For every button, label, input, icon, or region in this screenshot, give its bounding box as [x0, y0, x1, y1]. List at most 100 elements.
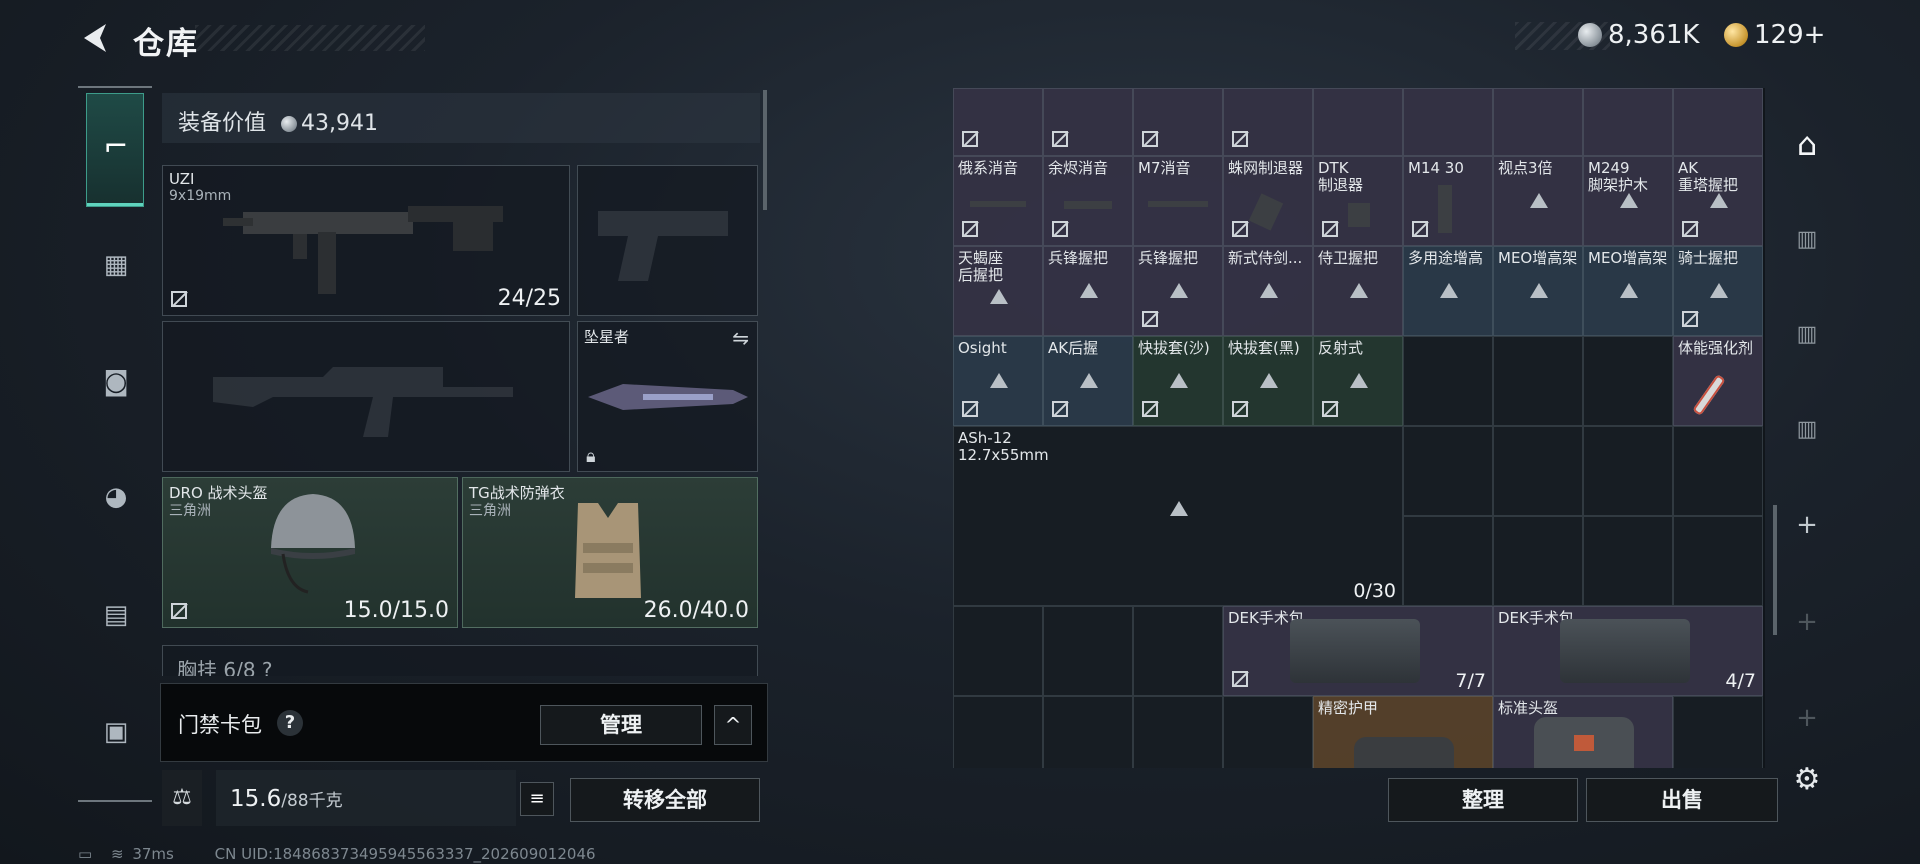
grid-item[interactable]: 多用途增高 — [1403, 246, 1493, 336]
grid-item[interactable]: 反射式 — [1313, 336, 1403, 426]
currency-silver[interactable]: 8,361K — [1578, 20, 1699, 50]
melee-slot[interactable]: 坠星者 ⇋ 🔒︎ — [577, 321, 758, 472]
grid-item[interactable]: M7消音 — [1133, 156, 1223, 246]
grid-cell[interactable] — [1403, 516, 1493, 606]
pistol-silhouette-icon — [598, 211, 728, 281]
add-tab-icon[interactable]: + — [1787, 505, 1827, 545]
list-icon[interactable]: ≡ — [520, 782, 554, 816]
grid-cell[interactable] — [1403, 88, 1493, 156]
grid-cell[interactable] — [1043, 606, 1133, 696]
grid-item[interactable]: 兵锋握把 — [1043, 246, 1133, 336]
armor-slot[interactable]: TG战术防弹衣 三角洲 26.0/40.0 — [462, 477, 758, 628]
grid-cell[interactable] — [1493, 336, 1583, 426]
grid-item[interactable]: AK后握 — [1043, 336, 1133, 426]
grid-cell[interactable] — [1493, 516, 1583, 606]
grid-item[interactable]: 新式侍剑... — [1223, 246, 1313, 336]
tab-storage-4-icon[interactable]: ▥ — [1787, 410, 1827, 450]
secondary-weapon-slot[interactable] — [577, 165, 758, 316]
grid-cell[interactable] — [1403, 426, 1493, 516]
grid-cell[interactable] — [1223, 88, 1313, 156]
storage-grid[interactable]: 俄系消音 余烬消音 M7消音 蛛网制退器 DTK 制退器 M14 30 视点3倍… — [953, 88, 1765, 768]
swap-icon[interactable]: ⇋ — [732, 326, 749, 350]
silver-coin-icon — [281, 116, 298, 132]
vest-image — [575, 503, 641, 598]
grid-item[interactable]: 天蝎座 后握把 — [953, 246, 1043, 336]
chevron-up-icon[interactable]: ^ — [714, 705, 752, 745]
armor-vest-icon[interactable]: ▦ — [98, 248, 134, 282]
grid-cell[interactable] — [1583, 88, 1673, 156]
grid-item[interactable]: 快拔套(黑) — [1223, 336, 1313, 426]
grid-cell[interactable] — [1493, 426, 1583, 516]
weight-icon: ⚖ — [162, 770, 202, 826]
grid-item[interactable]: 体能强化剂 — [1673, 336, 1763, 426]
grid-item[interactable]: 快拔套(沙) — [1133, 336, 1223, 426]
locker-icon[interactable]: ▤ — [98, 598, 134, 632]
grid-item[interactable]: 余烬消音 — [1043, 156, 1133, 246]
grid-item[interactable]: 视点3倍 — [1493, 156, 1583, 246]
sort-button[interactable]: 整理 — [1388, 778, 1578, 822]
gear-icon[interactable]: ⚙ — [1787, 760, 1827, 800]
grid-cell[interactable] — [1133, 696, 1223, 768]
grid-item-dek-kit[interactable]: DEK手术包 4/7 — [1493, 606, 1763, 696]
grid-item[interactable]: DTK 制退器 — [1313, 156, 1403, 246]
grid-cell[interactable] — [1133, 88, 1223, 156]
grid-item[interactable]: MEO增高架 — [1583, 246, 1673, 336]
storage-home-icon[interactable]: ⌂ — [1787, 124, 1827, 164]
chest-rig-slot[interactable]: 胸挂 6/8 ? — [162, 645, 758, 676]
rifle-silhouette-icon — [213, 367, 513, 437]
grid-cell[interactable] — [953, 606, 1043, 696]
grid-item-helmet[interactable]: 标准头盔 — [1493, 696, 1673, 768]
access-card-label: 门禁卡包 — [178, 713, 262, 737]
grid-cell[interactable] — [1583, 336, 1673, 426]
tab-storage-3-icon[interactable]: ▥ — [1787, 315, 1827, 355]
grid-cell[interactable] — [1673, 516, 1763, 606]
grid-item[interactable]: 侍卫握把 — [1313, 246, 1403, 336]
manage-button[interactable]: 管理 — [540, 705, 702, 745]
helmet-slot[interactable]: DRO 战术头盔 三角洲 15.0/15.0 — [162, 477, 458, 628]
grid-item[interactable]: 蛛网制退器 — [1223, 156, 1313, 246]
currency-gold[interactable]: 129+ — [1724, 20, 1825, 50]
grid-cell[interactable] — [1313, 88, 1403, 156]
grid-cell[interactable] — [953, 696, 1043, 768]
back-arrow-icon[interactable] — [78, 20, 114, 56]
no-insure-icon — [1052, 131, 1068, 147]
grid-item-ash12[interactable]: ASh-12 12.7x55mm 0/30 — [953, 426, 1403, 606]
grid-cell[interactable] — [1673, 88, 1763, 156]
grid-item[interactable]: Osight — [953, 336, 1043, 426]
help-icon[interactable]: ? — [277, 710, 303, 736]
grid-item-dek-kit[interactable]: DEK手术包 7/7 — [1223, 606, 1493, 696]
helmet-image — [271, 494, 355, 594]
grid-item[interactable]: AK 重塔握把 — [1673, 156, 1763, 246]
long-gun-slot[interactable] — [162, 321, 570, 472]
move-all-button[interactable]: 转移全部 — [570, 778, 760, 822]
grid-item[interactable]: M14 30 — [1403, 156, 1493, 246]
scrollbar[interactable] — [763, 90, 767, 210]
grid-cell[interactable] — [953, 88, 1043, 156]
toolbox-icon[interactable]: ▣ — [98, 715, 134, 749]
grid-cell[interactable] — [1403, 336, 1493, 426]
grid-item[interactable]: MEO增高架 — [1493, 246, 1583, 336]
grid-item[interactable]: M249 脚架护木 — [1583, 156, 1673, 246]
bag-icon[interactable]: ◕ — [98, 480, 134, 514]
grid-item[interactable]: 骑士握把 — [1673, 246, 1763, 336]
sell-button[interactable]: 出售 — [1586, 778, 1778, 822]
grid-cell[interactable] — [1043, 696, 1133, 768]
grid-item[interactable]: 俄系消音 — [953, 156, 1043, 246]
grid-cell[interactable] — [1583, 516, 1673, 606]
backpack-icon[interactable]: ◙ — [98, 365, 134, 399]
grid-cell[interactable] — [1223, 696, 1313, 768]
grid-cell[interactable] — [1673, 426, 1763, 516]
grid-cell[interactable] — [1043, 88, 1133, 156]
tab-storage-2-icon[interactable]: ▥ — [1787, 220, 1827, 260]
pistol-icon[interactable]: ⌐ — [98, 129, 134, 164]
primary-weapon-slot[interactable]: UZI 9x19mm 24/25 — [162, 165, 570, 316]
grid-cell[interactable] — [1583, 426, 1673, 516]
grid-cell[interactable] — [1493, 88, 1583, 156]
grid-item[interactable]: 兵锋握把 — [1133, 246, 1223, 336]
grid-cell[interactable] — [1673, 696, 1763, 768]
uid: CN UID:184868373495945563337_20260901204… — [214, 845, 596, 863]
grid-item-armor[interactable]: 精密护甲 — [1313, 696, 1493, 768]
grid-cell[interactable] — [1133, 606, 1223, 696]
no-insure-icon — [1142, 131, 1158, 147]
battery-icon: ▭ — [78, 845, 93, 863]
